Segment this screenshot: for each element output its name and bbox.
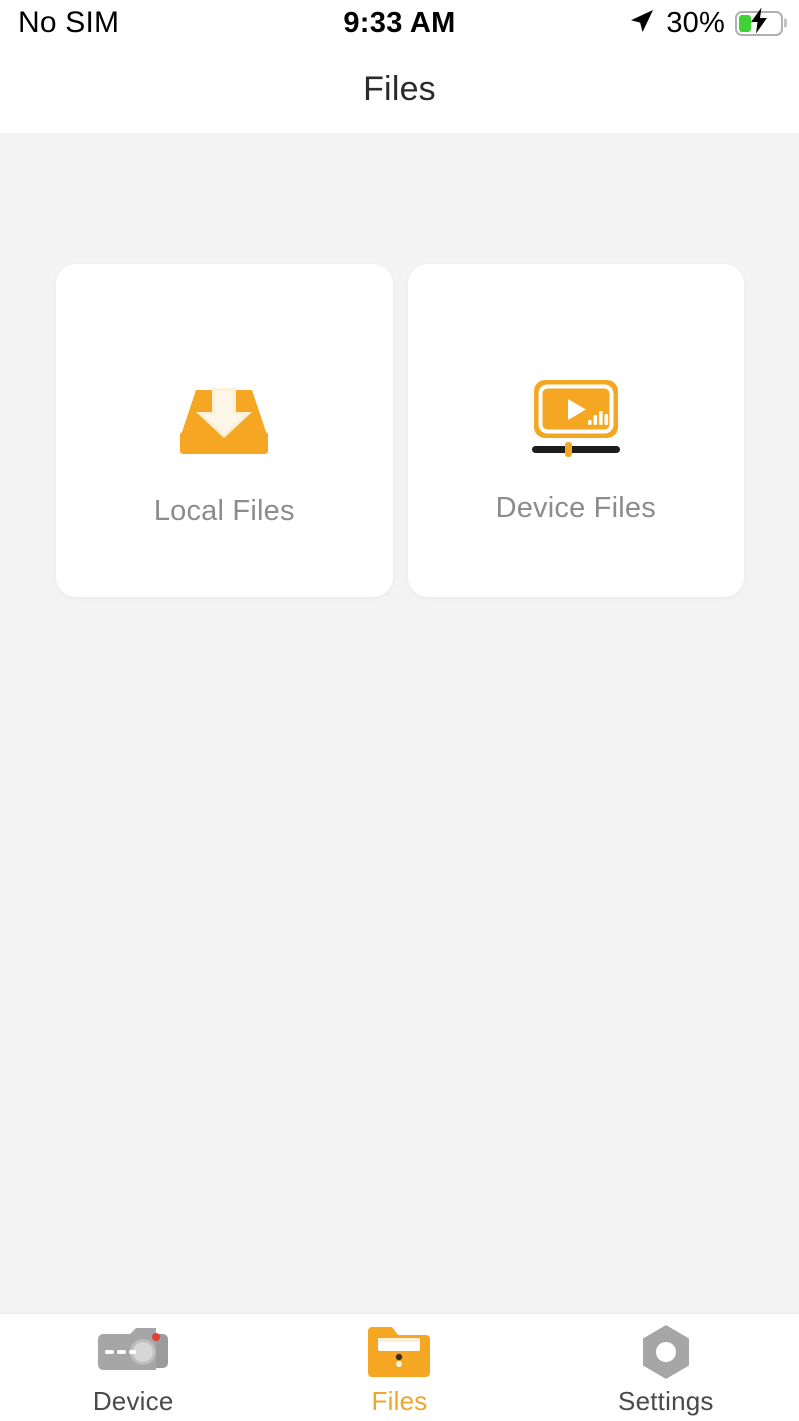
tab-device[interactable]: Device [0,1314,266,1421]
tab-files[interactable]: Files [266,1314,532,1421]
inbox-download-icon [176,367,272,477]
tab-bar: Device Files Settings [0,1313,799,1421]
status-indicators: 30% [628,7,783,40]
tab-device-label: Device [92,1385,174,1416]
video-player-icon [526,364,626,474]
device-files-label: Device Files [495,492,656,524]
content-area: Local Files Device Files [0,133,799,1313]
local-files-card[interactable]: Local Files [56,264,393,597]
tab-settings[interactable]: Settings [533,1314,799,1421]
folder-icon [364,1323,434,1381]
phone-screen: No SIM 9:33 AM 30% Files Local Files Dev… [0,0,799,1421]
hex-nut-icon [636,1323,696,1381]
file-source-cards: Local Files Device Files [56,264,744,597]
carrier-label: No SIM [18,6,120,39]
dashcam-icon [90,1323,176,1381]
local-files-label: Local Files [153,495,295,527]
battery-charging-icon [735,7,783,36]
location-arrow-icon [628,7,656,40]
battery-percent-label: 30% [666,6,725,39]
page-title: Files [363,70,436,108]
device-files-card[interactable]: Device Files [407,264,744,597]
tab-files-label: Files [371,1385,428,1416]
status-bar: No SIM 9:33 AM 30% [0,0,799,46]
nav-bar: Files [0,46,799,133]
tab-settings-label: Settings [618,1385,714,1416]
